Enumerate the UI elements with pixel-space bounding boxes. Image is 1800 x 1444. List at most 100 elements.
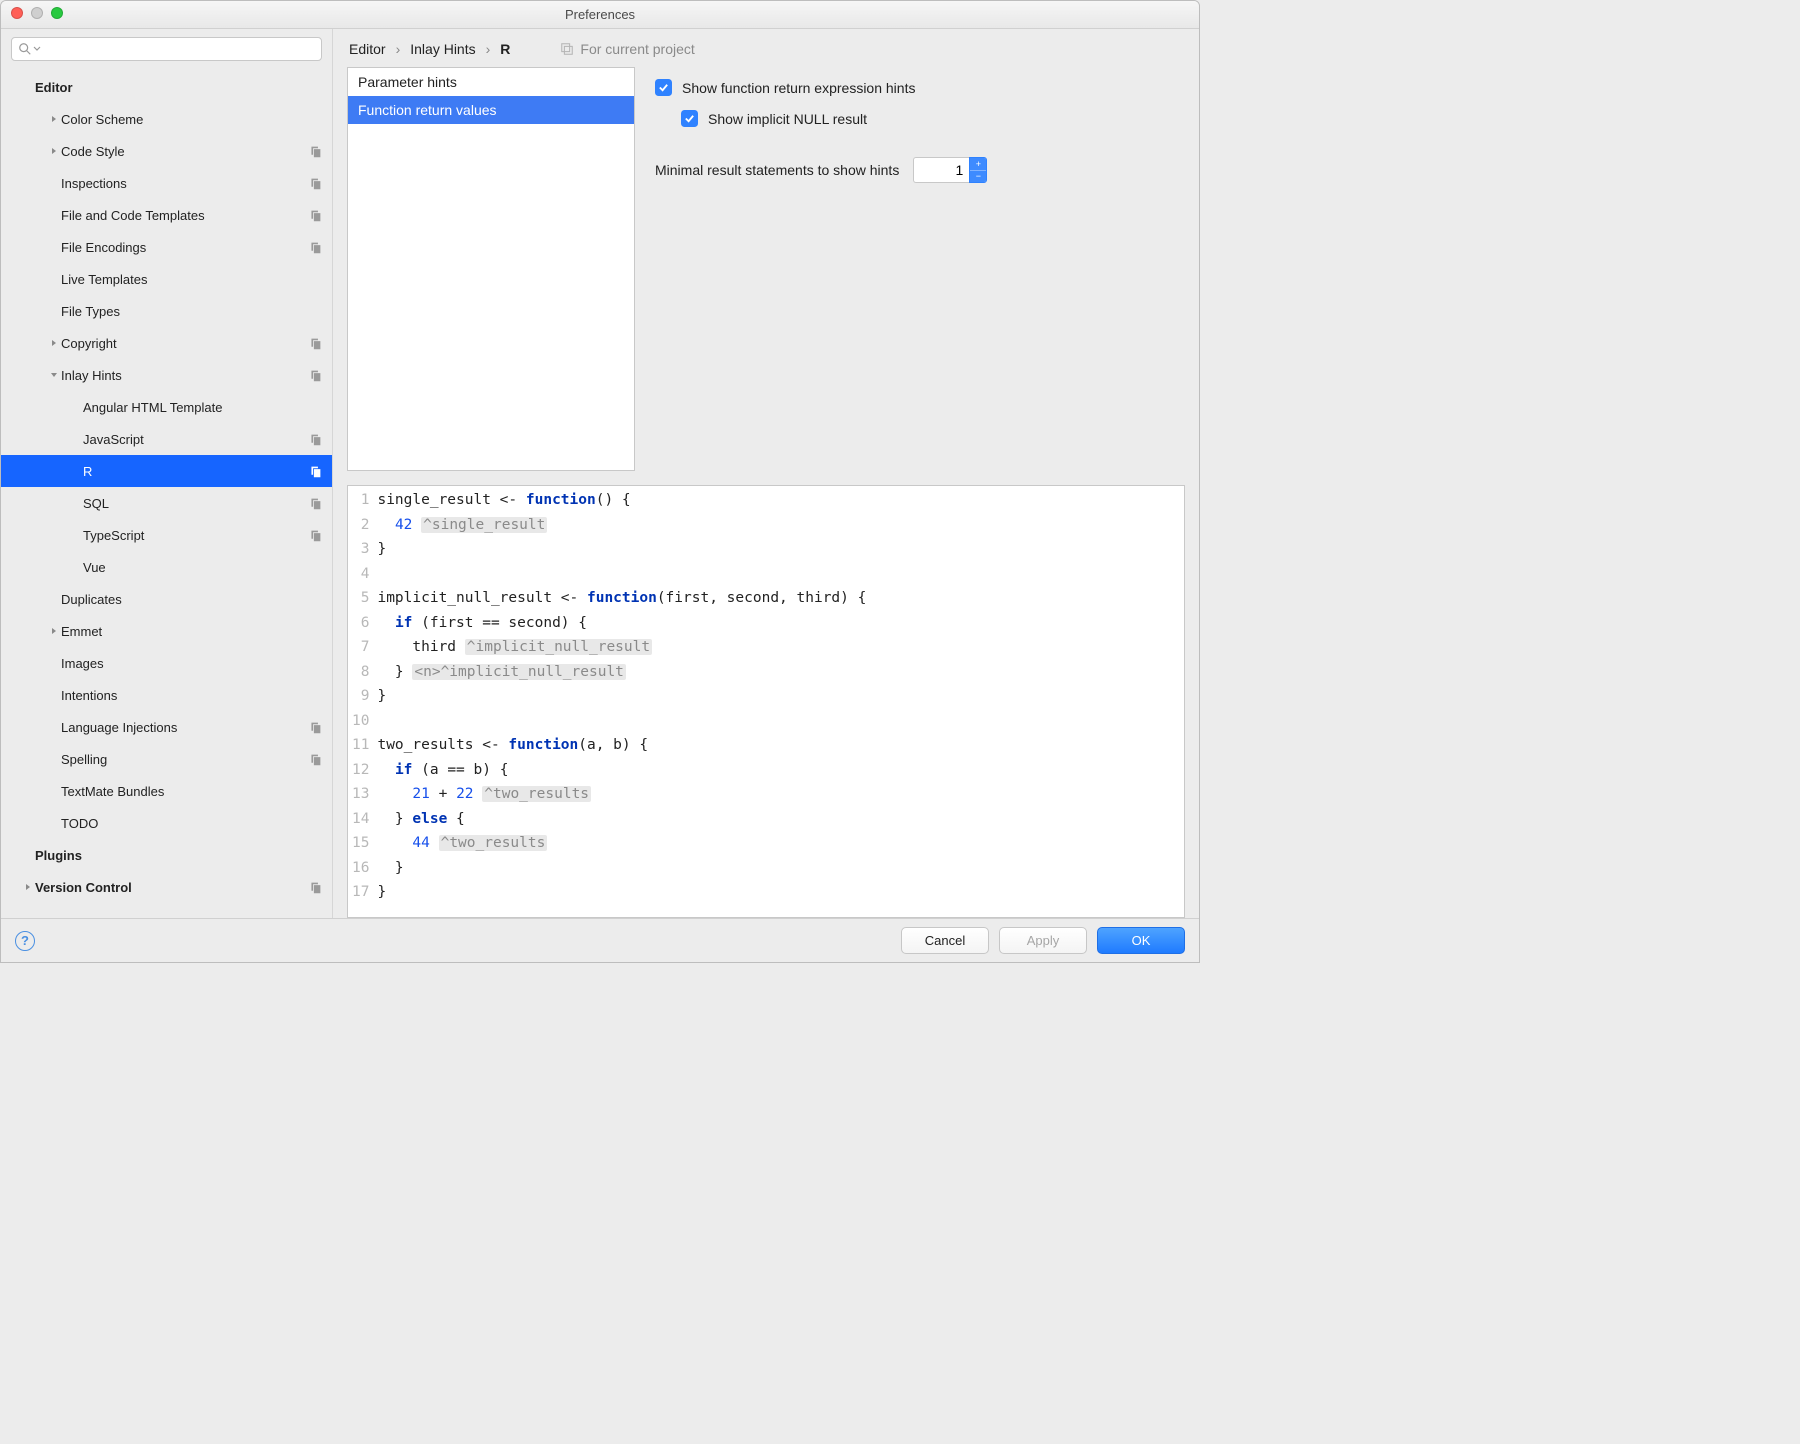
copyable-icon	[306, 465, 324, 478]
tree-item-label: Vue	[83, 560, 306, 575]
tree-item-label: Language Injections	[61, 720, 306, 735]
code-line: } else {	[377, 807, 866, 832]
tree-item-label: Copyright	[61, 336, 306, 351]
min-input[interactable]	[913, 157, 969, 183]
code-line: 42 ^single_result	[377, 513, 866, 538]
tree-item[interactable]: JavaScript	[1, 423, 332, 455]
checkbox-checked-icon[interactable]	[655, 79, 672, 96]
preferences-window: Preferences Editor Color Scheme Code Style…	[0, 0, 1200, 963]
tree-item[interactable]: Copyright	[1, 327, 332, 359]
code-line: two_results <- function(a, b) {	[377, 733, 866, 758]
tree-item-label: JavaScript	[83, 432, 306, 447]
tree-item[interactable]: TypeScript	[1, 519, 332, 551]
stepper-down-icon[interactable]: −	[970, 170, 986, 183]
copyable-icon	[306, 753, 324, 766]
scope-label: For current project	[560, 41, 694, 57]
tree-item-label: File Encodings	[61, 240, 306, 255]
code-line: if (first == second) {	[377, 611, 866, 636]
code-line: }	[377, 856, 866, 881]
tree-item[interactable]: Duplicates	[1, 583, 332, 615]
chevron-right-icon: ›	[396, 41, 401, 57]
chevron-down-icon	[33, 45, 41, 53]
code-line: } <n>^implicit_null_result	[377, 660, 866, 685]
checkbox-checked-icon[interactable]	[681, 110, 698, 127]
code-line: }	[377, 880, 866, 905]
tree-item[interactable]: SQL	[1, 487, 332, 519]
copyable-icon	[306, 145, 324, 158]
tree-item[interactable]: Inspections	[1, 167, 332, 199]
copyable-icon	[306, 369, 324, 382]
tree-item[interactable]: Plugins	[1, 839, 332, 871]
code-line	[377, 562, 866, 587]
chevron-right-icon	[47, 627, 61, 635]
tree-item[interactable]: R	[1, 455, 332, 487]
tree-item[interactable]: File Encodings	[1, 231, 332, 263]
breadcrumb-editor[interactable]: Editor	[349, 41, 386, 57]
chevron-right-icon	[47, 115, 61, 123]
tree-item[interactable]: Live Templates	[1, 263, 332, 295]
code-preview: 1234567891011121314151617 single_result …	[347, 485, 1185, 918]
min-label: Minimal result statements to show hints	[655, 162, 899, 178]
breadcrumb: Editor › Inlay Hints › R For current pro…	[347, 39, 1185, 67]
close-icon[interactable]	[11, 7, 23, 19]
tree-item[interactable]: Intentions	[1, 679, 332, 711]
search-input-wrap[interactable]	[11, 37, 322, 61]
project-scope-icon	[560, 42, 574, 56]
ok-button[interactable]: OK	[1097, 927, 1185, 954]
tree-item[interactable]: File and Code Templates	[1, 199, 332, 231]
search-input[interactable]	[45, 41, 315, 58]
tree-item[interactable]: File Types	[1, 295, 332, 327]
tree-item[interactable]: Color Scheme	[1, 103, 332, 135]
option-show-return-hints[interactable]: Show function return expression hints	[655, 79, 1185, 96]
tree-item[interactable]: Code Style	[1, 135, 332, 167]
tree-item-label: Angular HTML Template	[83, 400, 306, 415]
option-label: Show function return expression hints	[682, 80, 915, 96]
tree-item-label: Inspections	[61, 176, 306, 191]
tree-item[interactable]: Emmet	[1, 615, 332, 647]
stepper-up-icon[interactable]: +	[970, 158, 986, 170]
apply-button[interactable]: Apply	[999, 927, 1087, 954]
tree-item-label: TODO	[61, 816, 306, 831]
tree-item[interactable]: Version Control	[1, 871, 332, 903]
tree-item[interactable]: TODO	[1, 807, 332, 839]
copyable-icon	[306, 497, 324, 510]
dialog-footer: ? Cancel Apply OK	[1, 918, 1199, 962]
min-stepper[interactable]: + −	[913, 157, 987, 183]
tree-item-label: Color Scheme	[61, 112, 306, 127]
tree-item-label: File Types	[61, 304, 306, 319]
copyable-icon	[306, 881, 324, 894]
tree-item[interactable]: Images	[1, 647, 332, 679]
chevron-right-icon	[47, 147, 61, 155]
help-icon[interactable]: ?	[15, 931, 35, 951]
copyable-icon	[306, 721, 324, 734]
tree-item-label: TextMate Bundles	[61, 784, 306, 799]
tree-item[interactable]: Spelling	[1, 743, 332, 775]
code-line: if (a == b) {	[377, 758, 866, 783]
tree-item[interactable]: TextMate Bundles	[1, 775, 332, 807]
maximize-icon[interactable]	[51, 7, 63, 19]
code-line: }	[377, 684, 866, 709]
hint-category-item[interactable]: Parameter hints	[348, 68, 634, 96]
tree-item[interactable]: Inlay Hints	[1, 359, 332, 391]
cancel-button[interactable]: Cancel	[901, 927, 989, 954]
tree-item[interactable]: Editor	[1, 71, 332, 103]
settings-main: Editor › Inlay Hints › R For current pro…	[333, 29, 1199, 918]
option-min-statements: Minimal result statements to show hints …	[655, 157, 1185, 183]
hint-category-item[interactable]: Function return values	[348, 96, 634, 124]
code-line	[377, 709, 866, 734]
breadcrumb-inlay-hints[interactable]: Inlay Hints	[410, 41, 475, 57]
code-line: }	[377, 537, 866, 562]
minimize-icon[interactable]	[31, 7, 43, 19]
code-line: 21 + 22 ^two_results	[377, 782, 866, 807]
option-show-implicit-null[interactable]: Show implicit NULL result	[681, 110, 1185, 127]
code-line: 44 ^two_results	[377, 831, 866, 856]
chevron-right-icon	[21, 883, 35, 891]
tree-item[interactable]: Angular HTML Template	[1, 391, 332, 423]
hint-category-list[interactable]: Parameter hintsFunction return values	[347, 67, 635, 471]
tree-item-label: Version Control	[35, 880, 306, 895]
tree-item[interactable]: Language Injections	[1, 711, 332, 743]
tree-item-label: Code Style	[61, 144, 306, 159]
settings-tree[interactable]: Editor Color Scheme Code Style Inspections F…	[1, 67, 332, 918]
window-title: Preferences	[565, 7, 635, 22]
tree-item[interactable]: Vue	[1, 551, 332, 583]
